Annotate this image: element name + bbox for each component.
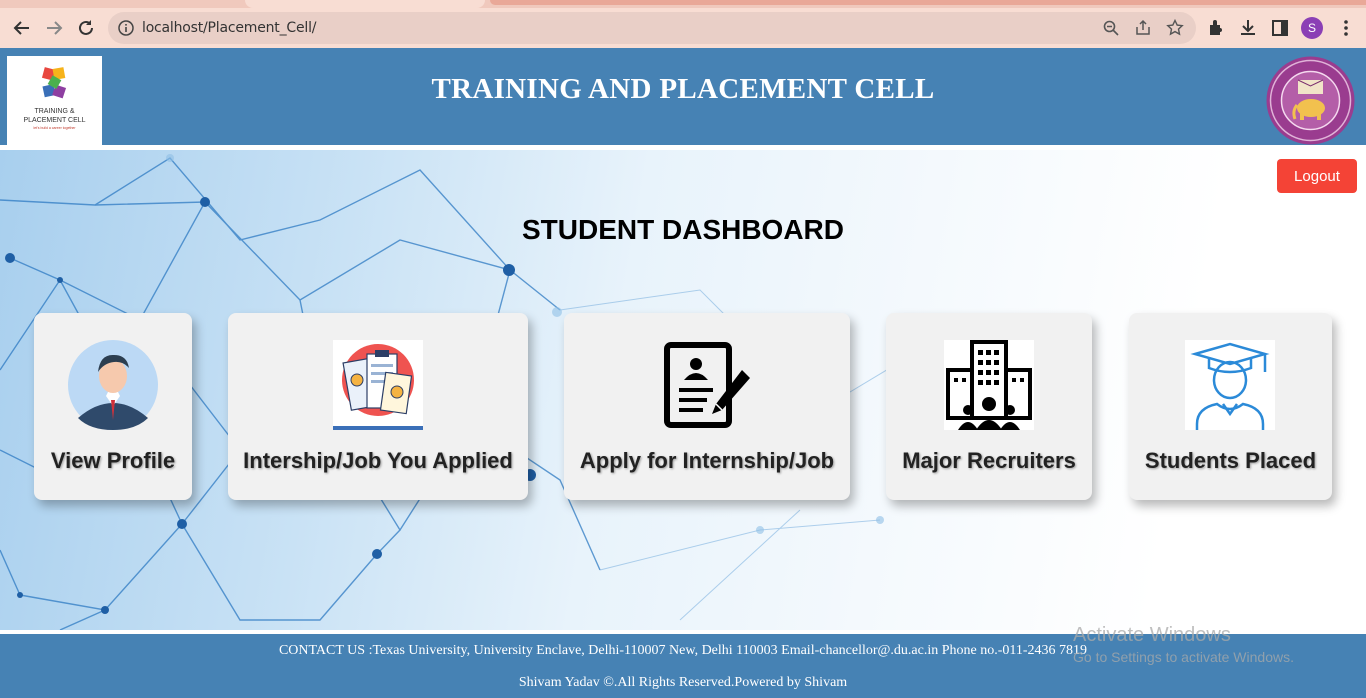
card-label: View Profile: [50, 448, 176, 473]
side-panel-icon[interactable]: [1270, 18, 1290, 38]
arrow-right-icon: [47, 21, 63, 35]
card-label: Major Recruiters: [902, 448, 1076, 473]
star-icon[interactable]: [1166, 19, 1184, 37]
site-info-icon[interactable]: [118, 20, 134, 36]
logo-line1: TRAINING &: [34, 108, 74, 115]
browser-tabstrip: [0, 0, 1366, 8]
graduate-icon: [1185, 340, 1275, 430]
extensions-icon[interactable]: [1206, 18, 1226, 38]
card-label: Intership/Job You Applied: [243, 448, 513, 473]
card-students-placed[interactable]: Students Placed: [1129, 313, 1332, 500]
share-icon[interactable]: [1134, 19, 1152, 37]
copyright-text: Shivam Yadav ©.All Rights Reserved.Power…: [518, 675, 848, 690]
user-profile-icon: [68, 340, 158, 430]
card-label: Apply for Internship/Job: [579, 448, 835, 473]
university-seal: [1262, 56, 1359, 145]
browser-toolbar: localhost/Placement_Cell/ S: [0, 8, 1366, 48]
company-building-icon: [944, 340, 1034, 430]
reload-icon: [79, 20, 93, 35]
windows-activation-watermark: Activate Windows Go to Settings to activ…: [1073, 624, 1294, 665]
tab-strip-background: [490, 0, 1366, 5]
card-apply-internship[interactable]: Apply for Internship/Job: [564, 313, 850, 500]
card-label: Students Placed: [1144, 448, 1317, 473]
card-view-profile[interactable]: View Profile: [34, 313, 192, 500]
dashboard-main: Logout STUDENT DASHBOARD View Profile In…: [0, 150, 1366, 630]
logout-button[interactable]: Logout: [1277, 159, 1357, 193]
logo-line2: PLACEMENT CELL: [23, 117, 85, 124]
forward-button[interactable]: [42, 16, 66, 40]
back-button[interactable]: [10, 16, 34, 40]
arrow-left-icon: [13, 21, 29, 35]
card-applied-jobs[interactable]: Intership/Job You Applied: [228, 313, 528, 500]
dashboard-title: STUDENT DASHBOARD: [522, 214, 844, 245]
logo-tagline: let's build a career together: [33, 126, 76, 130]
active-tab[interactable]: [245, 0, 485, 8]
card-major-recruiters[interactable]: Major Recruiters: [886, 313, 1092, 500]
site-header: TRAINING & PLACEMENT CELL let's build a …: [0, 48, 1366, 145]
applications-clipboard-icon: [333, 340, 423, 430]
menu-kebab-icon[interactable]: [1336, 18, 1356, 38]
watermark-subtitle: Go to Settings to activate Windows.: [1073, 649, 1294, 665]
seal-emblem-icon: [1266, 56, 1355, 145]
profile-avatar[interactable]: S: [1301, 17, 1323, 39]
url-text[interactable]: localhost/Placement_Cell/: [142, 20, 316, 36]
watermark-title: Activate Windows: [1073, 624, 1231, 646]
page-title: TRAINING AND PLACEMENT CELL: [431, 73, 935, 105]
reload-button[interactable]: [74, 16, 98, 40]
download-icon[interactable]: [1238, 18, 1258, 38]
application-form-icon: [664, 342, 750, 428]
zoom-icon[interactable]: [1102, 19, 1120, 37]
address-bar[interactable]: localhost/Placement_Cell/: [108, 12, 1196, 44]
